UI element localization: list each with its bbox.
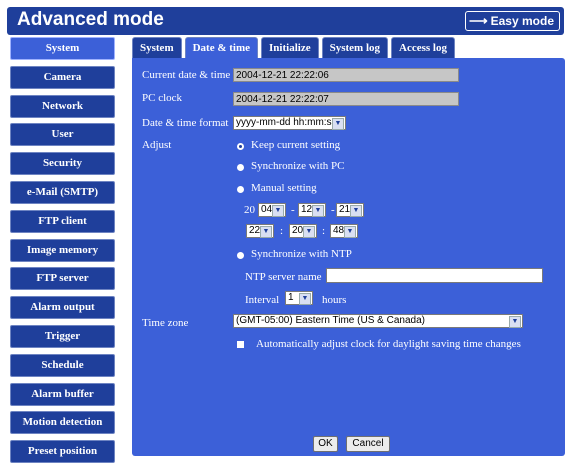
date-sep-2: - xyxy=(331,204,335,216)
minute-select[interactable]: 20 ▼ xyxy=(289,224,317,238)
chevron-down-icon: ▼ xyxy=(260,226,272,238)
year-prefix: 20 xyxy=(244,204,255,216)
date-sep-1: - xyxy=(291,204,295,216)
second-select[interactable]: 48 ▼ xyxy=(330,224,358,238)
app-root: Advanced mode ⟶ Easy mode System Camera … xyxy=(0,0,570,464)
adjust-label: Adjust xyxy=(142,139,172,151)
timezone-label: Time zone xyxy=(142,317,189,329)
sidebar-item-security[interactable]: Security xyxy=(10,152,115,176)
month-select[interactable]: 12 ▼ xyxy=(298,203,326,217)
second-value: 48 xyxy=(333,225,345,236)
radio-sync-ntp[interactable] xyxy=(237,252,244,259)
keep-current-label: Keep current setting xyxy=(251,139,341,151)
date-format-select[interactable]: yyyy-mm-dd hh:mm:ss ▼ xyxy=(233,116,346,130)
sidebar-item-image-memory[interactable]: Image memory xyxy=(10,238,115,262)
ntp-server-label: NTP server name xyxy=(245,271,322,283)
radio-manual[interactable] xyxy=(237,186,244,193)
current-datetime-field: 2004-12-21 22:22:06 xyxy=(233,68,459,82)
sidebar: System Camera Network User Security e-Ma… xyxy=(10,37,115,469)
date-format-label: Date & time format xyxy=(142,117,229,129)
chevron-down-icon: ▼ xyxy=(272,205,284,217)
dst-checkbox[interactable] xyxy=(237,341,244,348)
tab-date-time[interactable]: Date & time xyxy=(184,37,259,58)
date-format-value: yyyy-mm-dd hh:mm:ss xyxy=(236,117,337,128)
minute-value: 20 xyxy=(292,225,304,236)
timezone-value: (GMT-05:00) Eastern Time (US & Canada) xyxy=(236,315,425,326)
page-title: Advanced mode xyxy=(17,9,164,30)
chevron-down-icon: ▼ xyxy=(303,226,315,238)
radio-sync-pc[interactable] xyxy=(237,164,244,171)
year-value: 04 xyxy=(261,204,273,215)
dst-label: Automatically adjust clock for daylight … xyxy=(256,338,521,350)
hour-select[interactable]: 22 ▼ xyxy=(246,224,274,238)
sidebar-item-alarm-output[interactable]: Alarm output xyxy=(10,296,115,320)
interval-value: 1 xyxy=(288,292,294,303)
tab-access-log[interactable]: Access log xyxy=(391,37,455,58)
tab-system[interactable]: System xyxy=(132,37,182,58)
year-select[interactable]: 04 ▼ xyxy=(258,203,286,217)
interval-unit: hours xyxy=(322,294,347,306)
time-sep-2: : xyxy=(322,225,326,237)
sidebar-item-camera[interactable]: Camera xyxy=(10,65,115,89)
sidebar-item-schedule[interactable]: Schedule xyxy=(10,353,115,377)
easy-mode-button[interactable]: ⟶ Easy mode xyxy=(464,11,560,31)
header-bar: Advanced mode ⟶ Easy mode xyxy=(7,7,564,35)
tab-initialize[interactable]: Initialize xyxy=(261,37,319,58)
interval-label: Interval xyxy=(245,294,280,306)
tab-system-log[interactable]: System log xyxy=(321,37,389,58)
timezone-select[interactable]: (GMT-05:00) Eastern Time (US & Canada) ▼ xyxy=(233,314,523,328)
sidebar-item-motion-detection[interactable]: Motion detection xyxy=(10,411,115,435)
chevron-down-icon: ▼ xyxy=(312,205,324,217)
sidebar-item-system[interactable]: System xyxy=(10,37,115,60)
sidebar-item-alarm-buffer[interactable]: Alarm buffer xyxy=(10,382,115,406)
chevron-down-icon: ▼ xyxy=(332,118,344,130)
sidebar-item-user[interactable]: User xyxy=(10,123,115,147)
day-select[interactable]: 21 ▼ xyxy=(336,203,364,217)
sidebar-item-ftp-server[interactable]: FTP server xyxy=(10,267,115,291)
chevron-down-icon: ▼ xyxy=(299,293,311,305)
sidebar-item-ftp-client[interactable]: FTP client xyxy=(10,209,115,233)
easy-mode-label: Easy mode xyxy=(490,14,554,28)
current-datetime-label: Current date & time xyxy=(142,69,231,81)
sidebar-item-trigger[interactable]: Trigger xyxy=(10,324,115,348)
chevron-down-icon: ▼ xyxy=(344,226,356,238)
tab-bar: System Date & time Initialize System log… xyxy=(132,37,455,58)
sidebar-item-email-smtp[interactable]: e-Mail (SMTP) xyxy=(10,180,115,204)
arrow-right-icon: ⟶ xyxy=(468,13,488,28)
day-value: 21 xyxy=(339,204,351,215)
ntp-server-input[interactable] xyxy=(326,268,543,283)
pc-clock-label: PC clock xyxy=(142,92,183,104)
pc-clock-field: 2004-12-21 22:22:07 xyxy=(233,92,459,106)
chevron-down-icon: ▼ xyxy=(509,316,521,328)
ok-button[interactable]: OK xyxy=(313,436,338,452)
sync-pc-label: Synchronize with PC xyxy=(251,160,345,172)
manual-label: Manual setting xyxy=(251,182,317,194)
hour-value: 22 xyxy=(249,225,261,236)
chevron-down-icon: ▼ xyxy=(350,205,362,217)
month-value: 12 xyxy=(301,204,313,215)
time-sep-1: : xyxy=(280,225,284,237)
cancel-button[interactable]: Cancel xyxy=(346,436,390,452)
date-time-panel: Current date & time 2004-12-21 22:22:06 … xyxy=(132,58,565,456)
radio-keep-current[interactable] xyxy=(237,143,244,150)
sync-ntp-label: Synchronize with NTP xyxy=(251,248,352,260)
interval-select[interactable]: 1 ▼ xyxy=(285,291,313,305)
sidebar-item-network[interactable]: Network xyxy=(10,94,115,118)
